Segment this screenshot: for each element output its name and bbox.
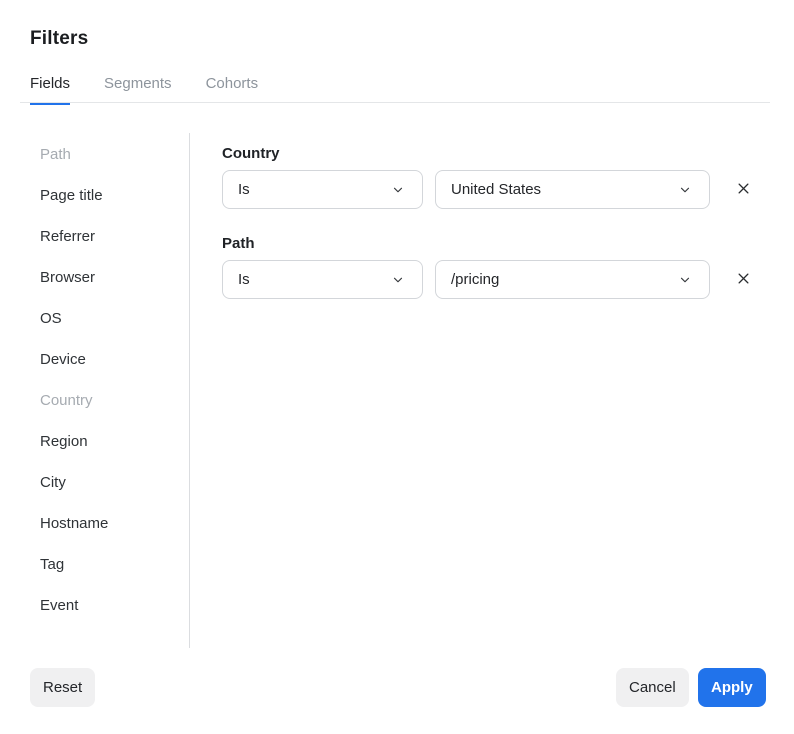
filter-field-label: Path	[222, 236, 770, 251]
value-select[interactable]: United States	[435, 170, 710, 209]
sidebar-item-hostname[interactable]: Hostname	[40, 503, 180, 544]
value-select-value: United States	[451, 181, 541, 198]
sidebar-item-tag[interactable]: Tag	[40, 544, 180, 585]
cancel-button[interactable]: Cancel	[616, 668, 689, 707]
operator-select[interactable]: Is	[222, 170, 423, 209]
chevron-down-icon	[391, 273, 405, 287]
value-select-value: /pricing	[451, 271, 499, 288]
filter-field-label: Country	[222, 146, 770, 161]
sidebar-item-browser[interactable]: Browser	[40, 257, 180, 298]
active-filters-panel: Country Is United States	[222, 146, 770, 326]
filter-row: Is United States	[222, 170, 770, 209]
sidebar-item-city[interactable]: City	[40, 462, 180, 503]
remove-filter-button[interactable]	[728, 175, 758, 205]
operator-select[interactable]: Is	[222, 260, 423, 299]
close-icon	[736, 181, 751, 199]
sidebar-item-path: Path	[40, 134, 180, 175]
tab-bar: Fields Segments Cohorts	[30, 75, 258, 105]
sidebar-divider	[189, 133, 190, 648]
dialog-title: Filters	[30, 28, 88, 50]
sidebar-item-region[interactable]: Region	[40, 421, 180, 462]
tab-segments[interactable]: Segments	[104, 75, 172, 105]
operator-select-value: Is	[238, 181, 250, 198]
tabs-divider	[20, 102, 770, 103]
chevron-down-icon	[391, 183, 405, 197]
apply-button[interactable]: Apply	[698, 668, 766, 707]
filter-row: Is /pricing	[222, 260, 770, 299]
tab-fields[interactable]: Fields	[30, 75, 70, 105]
sidebar-item-os[interactable]: OS	[40, 298, 180, 339]
sidebar-item-country: Country	[40, 380, 180, 421]
sidebar-item-referrer[interactable]: Referrer	[40, 216, 180, 257]
field-list: Path Page title Referrer Browser OS Devi…	[40, 134, 180, 626]
chevron-down-icon	[678, 273, 692, 287]
sidebar-item-page-title[interactable]: Page title	[40, 175, 180, 216]
remove-filter-button[interactable]	[728, 265, 758, 295]
reset-button[interactable]: Reset	[30, 668, 95, 707]
close-icon	[736, 271, 751, 289]
filter-group-path: Path Is /pricing	[222, 236, 770, 299]
chevron-down-icon	[678, 183, 692, 197]
sidebar-item-event[interactable]: Event	[40, 585, 180, 626]
operator-select-value: Is	[238, 271, 250, 288]
tab-cohorts[interactable]: Cohorts	[206, 75, 259, 105]
sidebar-item-device[interactable]: Device	[40, 339, 180, 380]
filter-group-country: Country Is United States	[222, 146, 770, 209]
filters-dialog: Filters Fields Segments Cohorts Path Pag…	[0, 0, 794, 734]
value-select[interactable]: /pricing	[435, 260, 710, 299]
